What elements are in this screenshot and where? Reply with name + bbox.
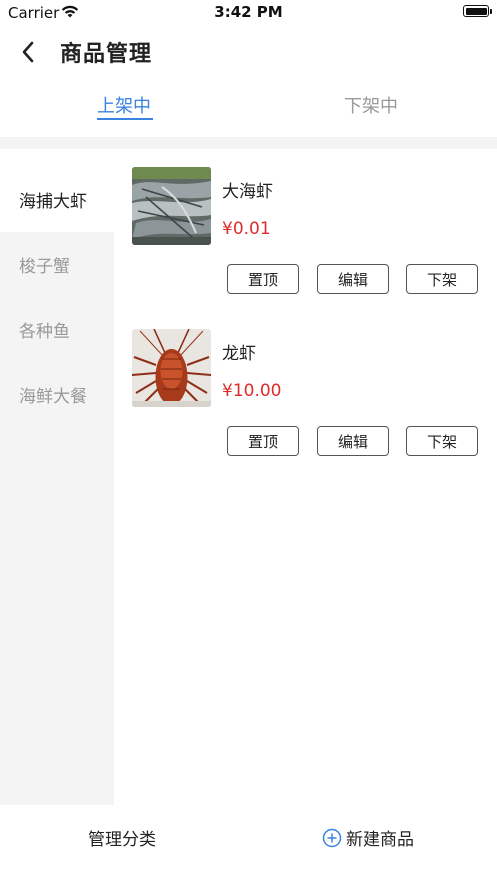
- section-divider: [0, 137, 497, 149]
- bottom-action-bar: 管理分类 新建商品: [0, 805, 497, 883]
- back-button[interactable]: [14, 38, 42, 66]
- pin-top-button[interactable]: 置顶: [227, 264, 299, 294]
- edit-button[interactable]: 编辑: [317, 426, 389, 456]
- pin-top-button[interactable]: 置顶: [227, 426, 299, 456]
- category-sidebar: 海捕大虾 梭子蟹 各种鱼 海鲜大餐: [0, 149, 114, 805]
- manage-category-button[interactable]: 管理分类: [88, 825, 156, 850]
- sidebar-item-label: 梭子蟹: [19, 257, 70, 277]
- sidebar-item-crab[interactable]: 梭子蟹: [0, 232, 114, 296]
- sidebar-item-label[interactable]: 海捕大虾: [19, 187, 87, 212]
- tab-off-shelf[interactable]: 下架中: [344, 92, 398, 118]
- take-off-shelf-button[interactable]: 下架: [406, 264, 478, 294]
- sidebar-item-fish[interactable]: 各种鱼: [0, 297, 114, 361]
- lobster-photo: [132, 329, 211, 407]
- sidebar-active-bg: 海捕大虾: [0, 149, 114, 232]
- clock: 3:42 PM: [214, 3, 283, 21]
- nav-header: 商品管理: [0, 26, 497, 76]
- product-name: 龙虾: [222, 344, 256, 364]
- product-price: ¥10.00: [222, 381, 282, 401]
- sidebar-item-label: 海鲜大餐: [19, 387, 87, 407]
- plus-circle-icon: [322, 828, 342, 847]
- take-off-shelf-button[interactable]: 下架: [406, 426, 478, 456]
- product-image[interactable]: [132, 167, 211, 245]
- new-product-label: 新建商品: [346, 830, 414, 850]
- prawn-photo: [132, 167, 211, 245]
- product-card: 大海虾 ¥0.01 置顶 编辑 下架: [114, 149, 497, 309]
- new-product-button[interactable]: 新建商品: [322, 825, 414, 850]
- sidebar-item-seafood-meal[interactable]: 海鲜大餐: [0, 362, 114, 426]
- product-price: ¥0.01: [222, 219, 271, 239]
- chevron-left-icon: [22, 41, 34, 63]
- sidebar-item-label: 各种鱼: [19, 322, 70, 342]
- status-bar: Carrier 3:42 PM: [0, 0, 497, 26]
- product-image[interactable]: [132, 329, 211, 407]
- status-tabs: 上架中 下架中: [0, 80, 497, 132]
- battery-icon: [463, 5, 492, 17]
- edit-button[interactable]: 编辑: [317, 264, 389, 294]
- page-title: 商品管理: [60, 42, 153, 67]
- product-card: 龙虾 ¥10.00 置顶 编辑 下架: [114, 311, 497, 471]
- product-name: 大海虾: [222, 182, 273, 202]
- tab-active-indicator: [97, 118, 153, 120]
- tab-on-shelf[interactable]: 上架中: [97, 92, 151, 118]
